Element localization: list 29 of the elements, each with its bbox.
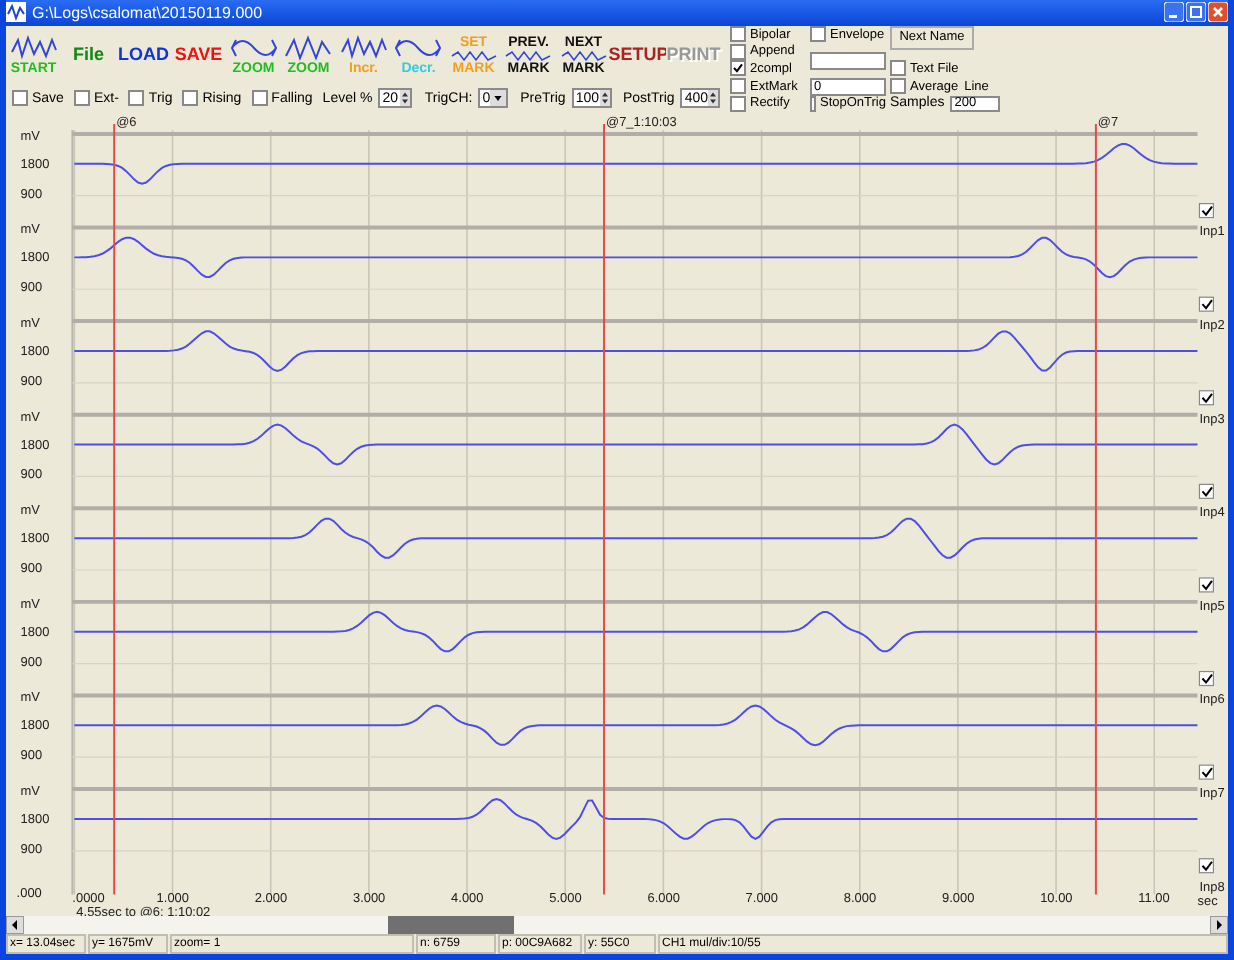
channel-checkbox[interactable] [1198, 576, 1214, 592]
waveform-icon [559, 49, 608, 62]
minimize-icon[interactable] [1164, 2, 1184, 23]
channel-checkbox[interactable] [1198, 483, 1214, 499]
channel-checkbox[interactable] [1198, 202, 1214, 218]
scroll-thumb[interactable] [388, 916, 514, 934]
scrollbar[interactable] [6, 916, 1228, 934]
channel-checkbox[interactable] [1198, 389, 1214, 405]
waveform-icon [284, 34, 333, 63]
input-field[interactable] [810, 51, 886, 70]
maximize-icon[interactable] [1186, 2, 1206, 23]
waveform-icon [339, 34, 388, 63]
channel-checkbox[interactable] [1198, 296, 1214, 312]
channel-checkbox[interactable] [1198, 670, 1214, 686]
spin-arrows-icon[interactable] [400, 90, 411, 107]
waveform-icon [449, 49, 498, 62]
waveform-icon [6, 2, 26, 23]
check-icon [732, 62, 744, 75]
spin-arrows-icon[interactable] [599, 90, 609, 107]
channel-checkbox[interactable] [1198, 857, 1214, 873]
dropdown-arrow-icon[interactable] [490, 90, 507, 107]
scroll-right-icon[interactable] [1210, 916, 1228, 934]
scroll-left-icon[interactable] [6, 916, 24, 934]
channel-checkbox[interactable] [1198, 764, 1214, 780]
spin-arrows-icon[interactable] [708, 90, 718, 107]
waveform-icon [504, 49, 553, 62]
close-icon[interactable] [1208, 2, 1228, 23]
waveform-icon [9, 34, 58, 63]
window-title: G:\Logs\csalomat\20150119.000 [32, 3, 265, 22]
